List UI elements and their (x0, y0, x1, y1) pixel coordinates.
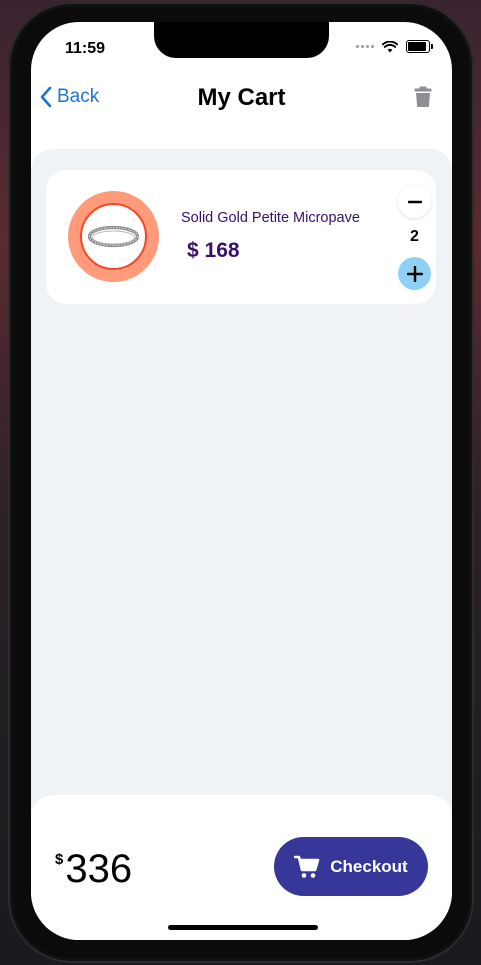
battery-icon (406, 40, 433, 53)
plus-icon (406, 265, 423, 282)
nav-bar: Back My Cart (31, 80, 452, 120)
trash-icon (414, 86, 432, 107)
clear-cart-button[interactable] (414, 86, 432, 113)
ring-product-icon (87, 225, 140, 248)
checkout-label: Checkout (330, 856, 408, 876)
device-notch (154, 22, 329, 58)
cart-list: Solid Gold Petite Micropave $ 168 2 (31, 149, 452, 829)
app-screen: 11:59 Back My Cart Solid Gold Petite Mic… (31, 22, 452, 940)
checkout-button[interactable]: Checkout (274, 837, 428, 896)
product-name: Solid Gold Petite Micropave (181, 210, 360, 226)
status-icons (356, 40, 433, 53)
cart-total: $ 336 (55, 847, 132, 892)
status-time: 11:59 (65, 40, 106, 57)
minus-icon (407, 200, 422, 203)
increase-quantity-button[interactable] (398, 257, 431, 290)
wifi-icon (382, 40, 398, 52)
page-title: My Cart (197, 84, 286, 111)
cellular-icon (356, 45, 374, 48)
total-amount: 336 (65, 847, 133, 891)
product-price: $ 168 (187, 239, 240, 262)
product-image (68, 191, 159, 282)
total-currency: $ (55, 851, 64, 868)
quantity-value: 2 (410, 228, 419, 245)
cart-icon (294, 855, 320, 878)
home-indicator[interactable] (168, 925, 318, 930)
decrease-quantity-button[interactable] (398, 185, 431, 218)
checkout-bar: $ 336 Checkout (31, 795, 452, 940)
cart-item: Solid Gold Petite Micropave $ 168 2 (46, 170, 436, 304)
